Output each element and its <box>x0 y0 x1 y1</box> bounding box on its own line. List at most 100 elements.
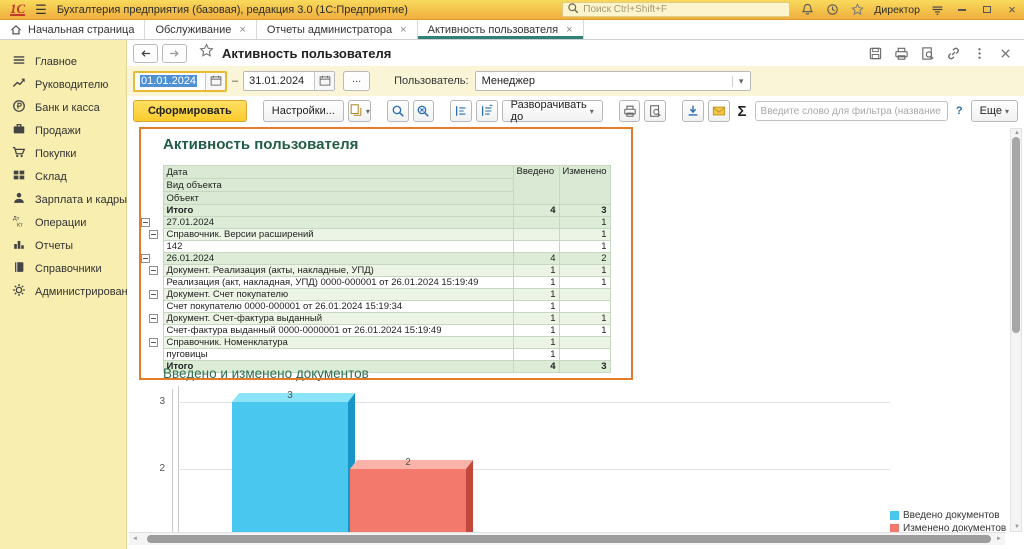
tab-close-icon[interactable]: × <box>566 24 572 36</box>
svg-text:Кт: Кт <box>17 222 23 228</box>
table-row[interactable]: Справочник. Номенклатура1 <box>140 337 610 349</box>
tab-bar: Начальная страницаОбслуживание×Отчеты ад… <box>0 20 1024 40</box>
date-from-field[interactable]: 01.01.2024 <box>133 71 227 92</box>
sidebar-item-coin[interactable]: Банк и касса <box>0 96 126 119</box>
history-icon[interactable] <box>824 2 840 18</box>
table-row[interactable]: Документ. Реализация (акты, накладные, У… <box>140 265 610 277</box>
sidebar-item-menu[interactable]: Главное <box>0 50 126 73</box>
global-search[interactable] <box>562 2 790 17</box>
tab-3[interactable]: Активность пользователя× <box>418 20 584 39</box>
book-icon <box>12 260 26 277</box>
calendar-icon[interactable] <box>205 73 225 90</box>
bar-0[interactable] <box>232 402 348 534</box>
restore-button[interactable] <box>979 3 995 17</box>
chart-axis <box>178 386 179 534</box>
bar-1[interactable] <box>350 469 466 534</box>
save-file-icon[interactable] <box>682 100 704 122</box>
report-toolbar: Сформировать Настройки... ▾ Разворачиват… <box>127 96 1024 126</box>
sidebar-item-briefcase[interactable]: Продажи <box>0 119 126 142</box>
chevron-down-icon[interactable]: ▾ <box>732 76 750 87</box>
tab-close-icon[interactable]: × <box>239 24 245 36</box>
current-user[interactable]: Директор <box>874 4 920 16</box>
table-row[interactable]: Счет-фактура выданный 0000-0000001 от 26… <box>140 325 610 337</box>
vertical-scrollbar-thumb[interactable] <box>1012 137 1020 333</box>
table-row[interactable]: 26.01.202442 <box>140 253 610 265</box>
expand-groups-icon[interactable] <box>476 100 498 122</box>
sidebar-item-cart[interactable]: Покупки <box>0 142 126 165</box>
forward-button[interactable] <box>162 44 187 63</box>
totals-sigma-icon[interactable]: Σ <box>738 103 747 120</box>
sidebar-item-chart[interactable]: Отчеты <box>0 234 126 257</box>
print-icon[interactable] <box>893 45 910 62</box>
close-report-icon[interactable] <box>997 45 1014 62</box>
user-combobox[interactable]: Менеджер ▾ <box>475 71 751 91</box>
favorites-star-icon[interactable] <box>849 2 865 18</box>
preview-button-icon[interactable] <box>644 100 666 122</box>
tab-2[interactable]: Отчеты администратора× <box>257 20 418 39</box>
table-row[interactable]: Документ. Счет покупателю1 <box>140 289 610 301</box>
dtkt-icon: ДтКт <box>12 214 26 231</box>
collapse-group-icon[interactable] <box>149 266 158 275</box>
collapse-group-icon[interactable] <box>149 230 158 239</box>
collapse-groups-icon[interactable] <box>450 100 472 122</box>
tab-home[interactable]: Начальная страница <box>0 20 145 39</box>
sidebar-item-grid[interactable]: Склад <box>0 165 126 188</box>
collapse-group-icon[interactable] <box>141 254 150 263</box>
back-button[interactable] <box>133 44 158 63</box>
notifications-bell-icon[interactable] <box>799 2 815 18</box>
get-link-icon[interactable] <box>945 45 962 62</box>
horizontal-scrollbar[interactable]: ◄ ► <box>129 532 1005 545</box>
calendar-icon[interactable] <box>314 72 334 90</box>
table-row[interactable]: Справочник. Версии расширений1 <box>140 229 610 241</box>
trend-icon <box>12 76 26 93</box>
collapse-group-icon[interactable] <box>149 290 158 299</box>
sidebar-item-dtkt[interactable]: ДтКтОперации <box>0 211 126 234</box>
tab-close-icon[interactable]: × <box>400 24 406 36</box>
more-menu-icon[interactable] <box>971 45 988 62</box>
vertical-scrollbar[interactable]: ▲ ▼ <box>1010 128 1022 532</box>
table-row[interactable]: Счет покупателю 0000-000001 от 26.01.202… <box>140 301 610 313</box>
help-link[interactable]: ? <box>956 105 963 117</box>
save-icon[interactable] <box>867 45 884 62</box>
find-icon[interactable] <box>387 100 409 122</box>
print-preview-icon[interactable] <box>919 45 936 62</box>
report-variants-button[interactable]: ▾ <box>348 100 371 122</box>
send-email-icon[interactable] <box>708 100 730 122</box>
print-button-icon[interactable] <box>619 100 641 122</box>
search-icon <box>567 2 579 17</box>
tab-1[interactable]: Обслуживание× <box>145 20 256 39</box>
chart-section-title: Введено и изменено документов <box>163 366 369 381</box>
minimize-button[interactable] <box>954 3 970 17</box>
table-row[interactable]: пуговицы1 <box>140 349 610 361</box>
collapse-group-icon[interactable] <box>149 338 158 347</box>
add-favorite-star-icon[interactable] <box>199 43 214 63</box>
table-row[interactable]: 1421 <box>140 241 610 253</box>
table-row[interactable]: 27.01.20241 <box>140 217 610 229</box>
gear-icon <box>12 283 26 300</box>
more-button[interactable]: Еще▾ <box>971 100 1018 122</box>
table-row[interactable]: Документ. Счет-фактура выданный11 <box>140 313 610 325</box>
chart-axis <box>172 389 173 534</box>
window-close-button[interactable]: × <box>1004 3 1020 17</box>
collapse-group-icon[interactable] <box>141 218 150 227</box>
report-table[interactable]: ДатаВведеноИзмененоВид объектаОбъектИтог… <box>140 165 611 373</box>
table-row[interactable]: Итого43 <box>140 205 610 217</box>
service-menu-icon[interactable] <box>929 2 945 18</box>
horizontal-scrollbar-thumb[interactable] <box>147 535 991 543</box>
table-row[interactable]: Реализация (акт, накладная, УПД) 0000-00… <box>140 277 610 289</box>
expand-to-button[interactable]: Разворачивать до▾ <box>502 100 603 122</box>
date-to-field[interactable]: 31.01.2024 <box>243 71 335 91</box>
chart-tick-label: 3 <box>145 396 165 407</box>
sidebar-item-gear[interactable]: Администрирование <box>0 280 126 303</box>
sidebar-item-trend[interactable]: Руководителю <box>0 73 126 96</box>
generate-button[interactable]: Сформировать <box>133 100 247 122</box>
sidebar-item-person[interactable]: Зарплата и кадры <box>0 188 126 211</box>
search-input[interactable] <box>583 4 773 15</box>
sidebar-item-book[interactable]: Справочники <box>0 257 126 280</box>
quick-filter-input[interactable] <box>755 101 948 121</box>
period-options-button[interactable]: ... <box>343 71 370 91</box>
cancel-find-icon[interactable] <box>413 100 435 122</box>
collapse-group-icon[interactable] <box>149 314 158 323</box>
main-menu-icon[interactable]: ☰ <box>35 2 47 18</box>
settings-button[interactable]: Настройки... <box>263 100 344 122</box>
